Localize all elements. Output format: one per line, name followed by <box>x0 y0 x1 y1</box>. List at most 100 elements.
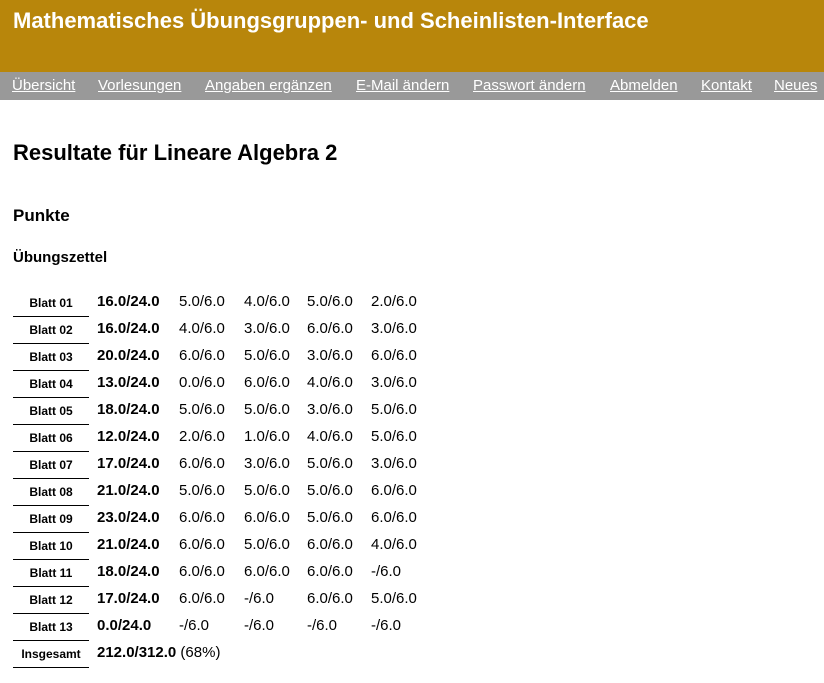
task-score: 5.0/6.0 <box>371 401 417 418</box>
sheet-label: Blatt 05 <box>13 398 89 425</box>
sheet-label: Blatt 11 <box>13 560 89 587</box>
task-score: 5.0/6.0 <box>244 401 290 418</box>
summary-percent: (68%) <box>180 644 221 661</box>
task-score: 6.0/6.0 <box>179 536 225 553</box>
sheet-label: Blatt 09 <box>13 506 89 533</box>
result-row: Blatt 06 12.0/24.0 2.0/6.0 1.0/6.0 4.0/6.0 5.… <box>13 425 433 452</box>
task-score: 3.0/6.0 <box>244 320 290 337</box>
task-score: 6.0/6.0 <box>179 590 225 607</box>
task-score: -/6.0 <box>179 617 210 634</box>
nav-link-uebersicht[interactable]: Übersicht <box>12 77 75 94</box>
result-row: Blatt 12 17.0/24.0 6.0/6.0 -/6.0 6.0/6.0 5.0/… <box>13 587 433 614</box>
task-score: 6.0/6.0 <box>244 374 290 391</box>
sheet-total: 12.0/24.0 <box>97 428 160 445</box>
result-row: Blatt 07 17.0/24.0 6.0/6.0 3.0/6.0 5.0/6.0 3.… <box>13 452 433 479</box>
sheet-total: 21.0/24.0 <box>97 536 160 553</box>
task-score: 5.0/6.0 <box>307 293 353 310</box>
task-score: 5.0/6.0 <box>244 536 290 553</box>
sheet-label: Blatt 03 <box>13 344 89 371</box>
sheet-label: Blatt 01 <box>13 290 89 317</box>
sheet-label: Blatt 02 <box>13 317 89 344</box>
sheet-total: 20.0/24.0 <box>97 347 160 364</box>
result-row: Blatt 03 20.0/24.0 6.0/6.0 5.0/6.0 3.0/6.0 6.… <box>13 344 433 371</box>
sheet-total: 18.0/24.0 <box>97 401 160 418</box>
task-score: 5.0/6.0 <box>307 455 353 472</box>
task-score: 5.0/6.0 <box>244 347 290 364</box>
task-score: -/6.0 <box>244 617 275 634</box>
task-score: 6.0/6.0 <box>179 563 225 580</box>
sheet-total: 18.0/24.0 <box>97 563 160 580</box>
app-header: Mathematisches Übungsgruppen- und Schein… <box>0 0 824 72</box>
result-row: Blatt 09 23.0/24.0 6.0/6.0 6.0/6.0 5.0/6.0 6.… <box>13 506 433 533</box>
section-title: Punkte <box>13 206 70 225</box>
task-score: 6.0/6.0 <box>244 509 290 526</box>
sheet-total: 23.0/24.0 <box>97 509 160 526</box>
nav-link-angaben-ergaenzen[interactable]: Angaben ergänzen <box>205 77 332 94</box>
task-score: -/6.0 <box>244 590 275 607</box>
task-score: 0.0/6.0 <box>179 374 225 391</box>
sheet-label: Blatt 10 <box>13 533 89 560</box>
task-score: 4.0/6.0 <box>371 536 417 553</box>
summary-label: Insgesamt <box>13 641 89 668</box>
task-score: 5.0/6.0 <box>307 509 353 526</box>
app-title: Mathematisches Übungsgruppen- und Schein… <box>13 8 649 33</box>
task-score: 6.0/6.0 <box>307 590 353 607</box>
task-score: 2.0/6.0 <box>371 293 417 310</box>
result-row: Blatt 11 18.0/24.0 6.0/6.0 6.0/6.0 6.0/6.0 -/… <box>13 560 433 587</box>
result-row: Blatt 08 21.0/24.0 5.0/6.0 5.0/6.0 5.0/6.0 6.… <box>13 479 433 506</box>
task-score: 6.0/6.0 <box>244 563 290 580</box>
subsection-title: Übungszettel <box>13 249 108 266</box>
task-score: 3.0/6.0 <box>244 455 290 472</box>
page-title: Resultate für Lineare Algebra 2 <box>13 140 338 165</box>
task-score: 3.0/6.0 <box>371 320 417 337</box>
task-score: -/6.0 <box>307 617 338 634</box>
task-score: 4.0/6.0 <box>179 320 225 337</box>
task-score: 4.0/6.0 <box>307 428 353 445</box>
task-score: 6.0/6.0 <box>307 320 353 337</box>
result-row: Blatt 01 16.0/24.0 5.0/6.0 4.0/6.0 5.0/6.0 2.… <box>13 290 433 317</box>
task-score: 3.0/6.0 <box>307 401 353 418</box>
task-score: 6.0/6.0 <box>307 563 353 580</box>
nav-link-kontakt[interactable]: Kontakt <box>701 77 752 94</box>
sheet-total: 17.0/24.0 <box>97 455 160 472</box>
result-row: Blatt 10 21.0/24.0 6.0/6.0 5.0/6.0 6.0/6.0 4.… <box>13 533 433 560</box>
result-row: Blatt 13 0.0/24.0 -/6.0 -/6.0 -/6.0 -/6.0 <box>13 614 433 641</box>
task-score: 6.0/6.0 <box>371 482 417 499</box>
task-score: 2.0/6.0 <box>179 428 225 445</box>
sheet-total: 21.0/24.0 <box>97 482 160 499</box>
nav-bar: Übersicht Vorlesungen Angaben ergänzen E… <box>0 72 824 100</box>
task-score: 1.0/6.0 <box>244 428 290 445</box>
sheet-label: Blatt 06 <box>13 425 89 452</box>
sheet-label: Blatt 07 <box>13 452 89 479</box>
sheet-label: Blatt 12 <box>13 587 89 614</box>
task-score: 6.0/6.0 <box>307 536 353 553</box>
task-score: 5.0/6.0 <box>179 293 225 310</box>
task-score: 6.0/6.0 <box>179 509 225 526</box>
nav-link-passwort-aendern[interactable]: Passwort ändern <box>473 77 586 94</box>
task-score: 5.0/6.0 <box>307 482 353 499</box>
task-score: 5.0/6.0 <box>244 482 290 499</box>
task-score: -/6.0 <box>371 563 402 580</box>
task-score: 5.0/6.0 <box>179 401 225 418</box>
result-row: Blatt 02 16.0/24.0 4.0/6.0 3.0/6.0 6.0/6.0 3.… <box>13 317 433 344</box>
nav-link-abmelden[interactable]: Abmelden <box>610 77 678 94</box>
result-row: Blatt 04 13.0/24.0 0.0/6.0 6.0/6.0 4.0/6.0 3.… <box>13 371 433 398</box>
sheet-label: Blatt 08 <box>13 479 89 506</box>
task-score: 6.0/6.0 <box>179 455 225 472</box>
sheet-total: 17.0/24.0 <box>97 590 160 607</box>
sheet-total: 16.0/24.0 <box>97 320 160 337</box>
nav-link-email-aendern[interactable]: E-Mail ändern <box>356 77 449 94</box>
nav-link-vorlesungen[interactable]: Vorlesungen <box>98 77 181 94</box>
task-score: 5.0/6.0 <box>371 428 417 445</box>
sheet-total: 16.0/24.0 <box>97 293 160 310</box>
results-table: Blatt 01 16.0/24.0 5.0/6.0 4.0/6.0 5.0/6.0 2.… <box>13 290 433 670</box>
task-score: 6.0/6.0 <box>179 347 225 364</box>
sheet-label: Blatt 04 <box>13 371 89 398</box>
task-score: 6.0/6.0 <box>371 347 417 364</box>
sheet-total: 0.0/24.0 <box>97 617 152 634</box>
task-score: 6.0/6.0 <box>371 509 417 526</box>
task-score: -/6.0 <box>371 617 402 634</box>
sheet-total: 13.0/24.0 <box>97 374 160 391</box>
nav-link-neues[interactable]: Neues <box>774 77 817 94</box>
task-score: 4.0/6.0 <box>244 293 290 310</box>
